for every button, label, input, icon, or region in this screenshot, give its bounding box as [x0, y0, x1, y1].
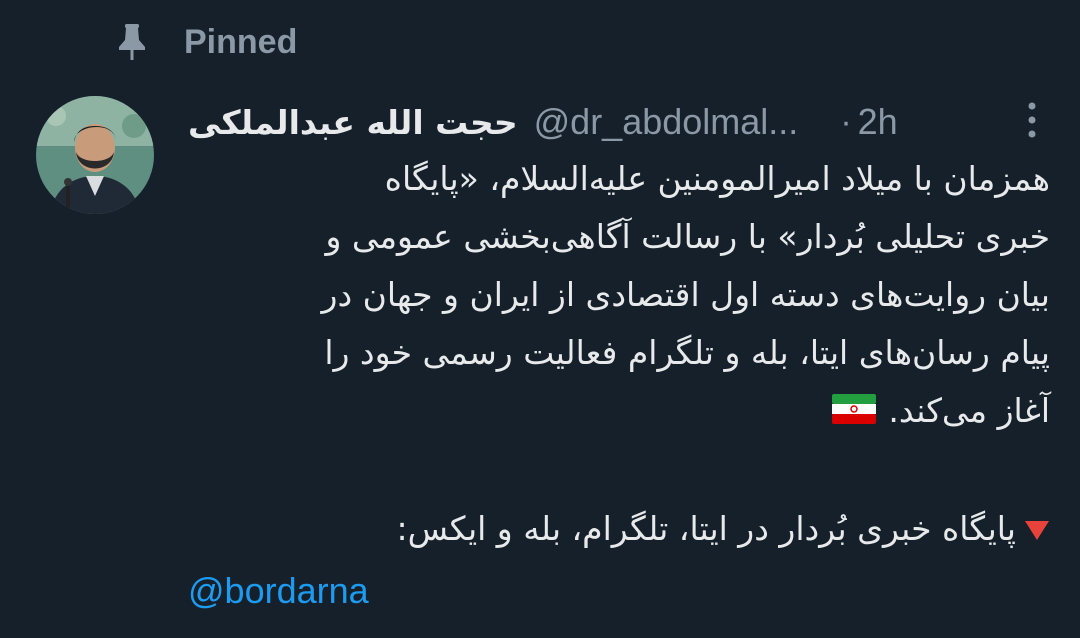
bullet-text: پایگاه خبری بُردار در ایتا، تلگرام، بله … — [396, 508, 1016, 548]
iran-flag-icon — [832, 384, 877, 442]
red-triangle-down-icon — [1024, 501, 1050, 559]
tweet-line: خبری تحلیلی بُردار» با رسالت آگاهی‌بخشی … — [325, 217, 1050, 256]
time-separator: · — [840, 102, 852, 141]
pinned-indicator: Pinned — [112, 18, 297, 66]
more-vertical-icon — [1027, 100, 1037, 144]
tweet-bullet-line: پایگاه خبری بُردار در ایتا، تلگرام، بله … — [188, 500, 1050, 560]
avatar[interactable] — [36, 96, 154, 214]
tweet-line-last: آغاز می‌کند. — [188, 382, 1050, 442]
author-handle[interactable]: @dr_abdolmal... — [534, 101, 799, 143]
tweet-line: پیام رسان‌های ایتا، بله و تلگرام فعالیت … — [324, 333, 1050, 372]
more-options-button[interactable] — [1014, 98, 1050, 146]
tweet-line: آغاز می‌کند. — [888, 391, 1050, 430]
pinned-label: Pinned — [184, 22, 298, 61]
tweet-line: بیان روایت‌های دسته اول اقتصادی از ایران… — [321, 275, 1050, 314]
tweet-text: همزمان با میلاد امیرالمومنین علیه‌السلام… — [188, 150, 1050, 559]
pin-icon — [112, 20, 152, 64]
mention-link[interactable]: @bordarna — [188, 570, 369, 612]
tweet-line: همزمان با میلاد امیرالمومنین علیه‌السلام… — [384, 159, 1050, 198]
author-display-name[interactable]: حجت الله عبدالملکی — [188, 103, 518, 142]
tweet-timestamp[interactable]: 2h — [858, 101, 898, 143]
tweet-header: حجت الله عبدالملکی @dr_abdolmal... · 2h — [188, 92, 1050, 152]
